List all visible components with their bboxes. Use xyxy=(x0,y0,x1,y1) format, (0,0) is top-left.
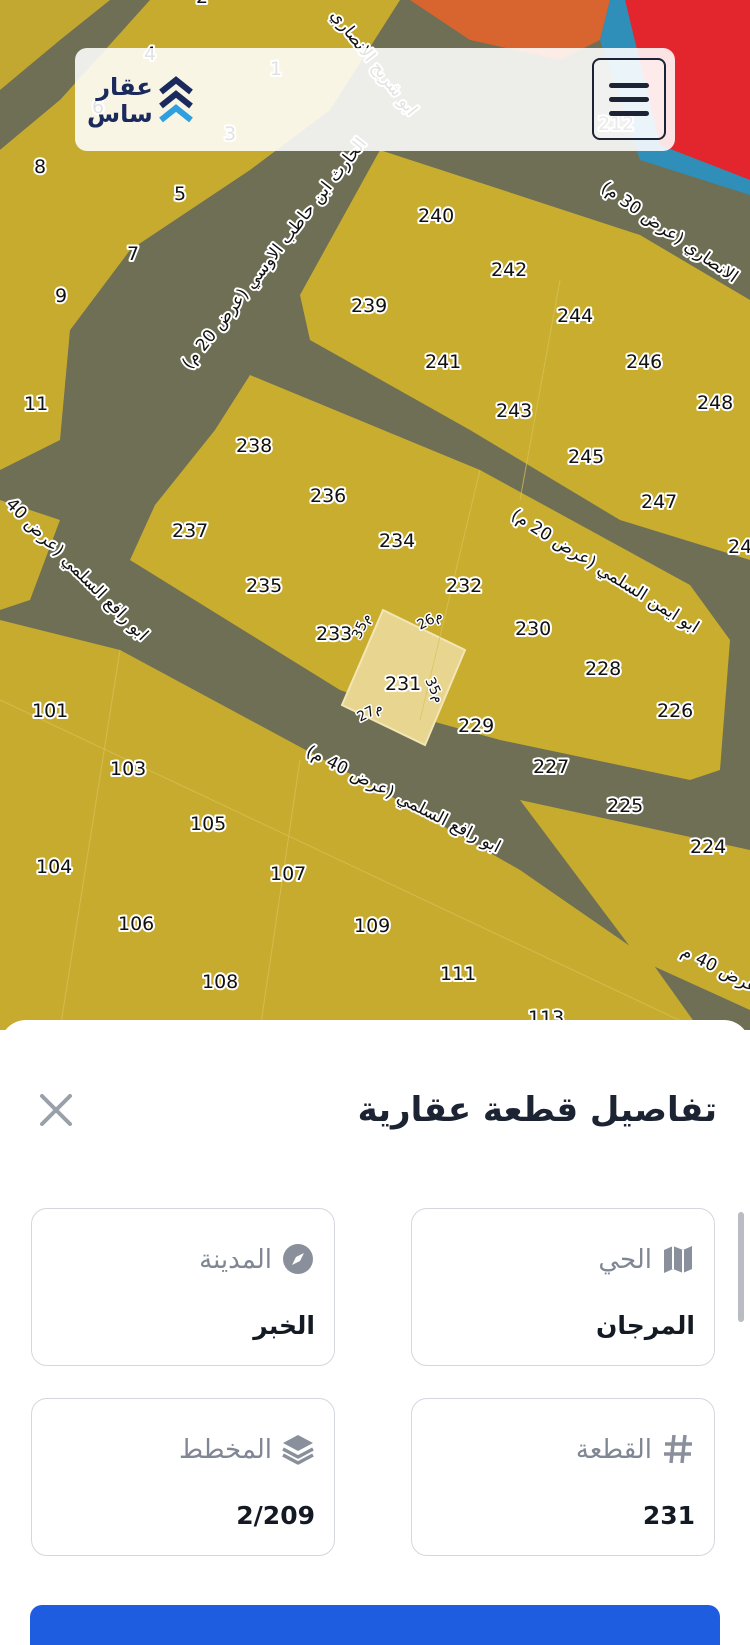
plot-number-236: 236 xyxy=(310,485,346,507)
plot-number-106: 106 xyxy=(118,913,154,935)
plot-number-109: 109 xyxy=(354,915,390,937)
compass-icon xyxy=(283,1244,313,1274)
parcel-value: 231 xyxy=(642,1501,695,1530)
plot-number-227: 227 xyxy=(533,756,569,778)
logo-chevrons-icon xyxy=(158,76,193,123)
plot-number-237: 237 xyxy=(172,520,208,542)
plot-number-235: 235 xyxy=(246,575,282,597)
close-icon xyxy=(40,1094,72,1126)
scheme-card: المخطط 2/209 xyxy=(31,1398,335,1556)
map-view[interactable]: 1234567891110110310410510610710810911111… xyxy=(0,0,750,1030)
plot-number-238: 238 xyxy=(236,435,272,457)
city-card: المدينة الخبر xyxy=(31,1208,335,1366)
plot-number-242: 242 xyxy=(491,259,527,281)
district-value: المرجان xyxy=(595,1311,695,1340)
plot-number-228: 228 xyxy=(585,658,621,680)
district-label: الحي xyxy=(598,1245,652,1275)
plot-number-7: 7 xyxy=(127,243,139,265)
plot-number-24: 24 xyxy=(728,536,750,558)
top-app-bar: عقار ساس xyxy=(75,48,675,151)
plot-number-240: 240 xyxy=(418,205,454,227)
logo-text: عقار ساس xyxy=(87,74,153,128)
plot-number-108: 108 xyxy=(202,971,238,993)
app-logo[interactable]: عقار ساس xyxy=(87,66,193,136)
plot-number-248: 248 xyxy=(697,392,733,414)
plot-number-105: 105 xyxy=(190,813,226,835)
plot-number-244: 244 xyxy=(557,305,593,327)
plot-number-233: 233 xyxy=(316,623,352,645)
logo-text-line1: عقار xyxy=(96,73,153,101)
parcel-card: القطعة 231 xyxy=(411,1398,715,1556)
plot-number-232: 232 xyxy=(446,575,482,597)
map-icon xyxy=(664,1246,692,1273)
plot-number-103: 103 xyxy=(110,758,146,780)
plot-number-241: 241 xyxy=(425,351,461,373)
close-button[interactable] xyxy=(36,1090,76,1130)
menu-icon-bar xyxy=(609,110,649,116)
sheet-title: تفاصيل قطعة عقارية xyxy=(357,1090,717,1130)
map-canvas[interactable]: 1234567891110110310410510610710810911111… xyxy=(0,0,750,1030)
plot-number-247: 247 xyxy=(641,491,677,513)
parcel-details-sheet: تفاصيل قطعة عقارية الحي المرجان المدينة … xyxy=(0,1020,750,1640)
scheme-value: 2/209 xyxy=(236,1501,315,1530)
plot-number-111: 111 xyxy=(440,963,476,985)
plot-number-230: 230 xyxy=(515,618,551,640)
plot-number-245: 245 xyxy=(568,446,604,468)
scheme-label: المخطط xyxy=(179,1435,272,1465)
plot-number-231: 231 xyxy=(385,673,421,695)
parcel-label: القطعة xyxy=(575,1435,652,1465)
plot-number-229: 229 xyxy=(458,715,494,737)
city-value: الخبر xyxy=(253,1311,315,1340)
plot-number-239: 239 xyxy=(351,295,387,317)
plot-number-224: 224 xyxy=(690,836,726,858)
district-card: الحي المرجان xyxy=(411,1208,715,1366)
plot-number-104: 104 xyxy=(36,856,72,878)
logo-text-line2: ساس xyxy=(87,100,153,128)
plot-number-2: 2 xyxy=(196,0,208,8)
plot-number-9: 9 xyxy=(55,285,67,307)
menu-icon-bar xyxy=(609,82,649,88)
primary-action-button[interactable] xyxy=(30,1605,720,1645)
plot-number-243: 243 xyxy=(496,400,532,422)
plot-number-246: 246 xyxy=(626,351,662,373)
plot-number-8: 8 xyxy=(34,156,46,178)
plot-number-234: 234 xyxy=(379,530,415,552)
menu-icon-bar xyxy=(609,96,649,102)
plot-number-101: 101 xyxy=(32,700,68,722)
plot-number-225: 225 xyxy=(607,795,643,817)
plot-number-107: 107 xyxy=(270,863,306,885)
layers-icon xyxy=(282,1435,314,1465)
sheet-scrollbar[interactable] xyxy=(738,1212,744,1322)
hash-icon xyxy=(664,1434,692,1464)
city-label: المدينة xyxy=(199,1245,272,1275)
plot-number-226: 226 xyxy=(657,700,693,722)
hamburger-menu-button[interactable] xyxy=(592,58,666,140)
plot-number-5: 5 xyxy=(174,183,186,205)
plot-number-11: 11 xyxy=(24,393,48,415)
